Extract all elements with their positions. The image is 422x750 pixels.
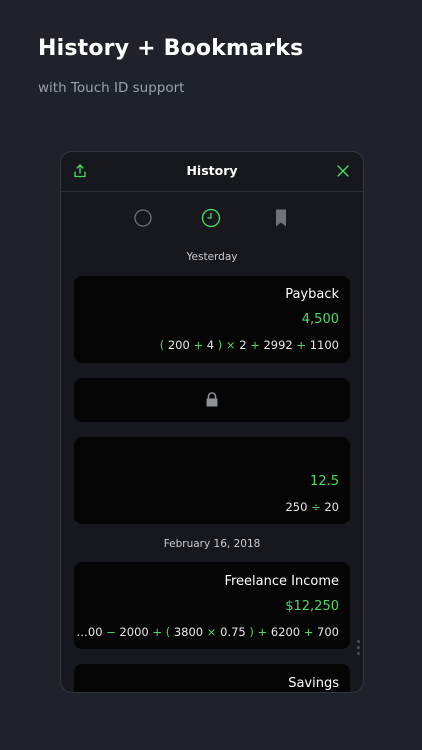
card-result: 4,500 (301, 312, 339, 327)
tab-all-circle-icon[interactable] (133, 208, 153, 228)
tab-bookmarks-bookmark-icon[interactable] (271, 208, 291, 228)
promo-headline: History + Bookmarks (38, 36, 304, 61)
expression-operator: ) (249, 625, 254, 639)
expression-operator: ( (159, 338, 165, 352)
expression-operator: + (257, 625, 268, 639)
expression-operand: 6200 (270, 625, 301, 639)
scroll-indicator[interactable] (357, 640, 360, 658)
lock-icon (206, 392, 218, 407)
history-card[interactable]: Savings (74, 664, 350, 692)
section-header-february-16: February 16, 2018 (163, 538, 261, 550)
history-card-locked[interactable] (74, 378, 350, 422)
section-header-yesterday: Yesterday (186, 251, 238, 263)
close-icon[interactable] (336, 164, 350, 178)
expression-operand: 2000 (119, 625, 149, 639)
tab-history-clock-icon[interactable] (201, 208, 221, 228)
expression-operand: 2992 (263, 338, 293, 352)
expression-operand: 1100 (309, 338, 339, 352)
expression-operand: 250 (285, 500, 308, 514)
expression-operand: 3800 (173, 625, 204, 639)
expression-operator: + (193, 338, 204, 352)
expression-operator: + (296, 338, 307, 352)
card-expression: ( 200 + 4 ) × 2 + 2992 + 1100 (160, 338, 339, 352)
history-card[interactable]: 12.5 250 ÷ 20 (74, 437, 350, 524)
card-name: Payback (285, 287, 339, 302)
expression-operator: − (106, 625, 116, 639)
expression-operator: × (225, 338, 236, 352)
card-name: Freelance Income (224, 574, 339, 589)
expression-operator: ( (165, 625, 171, 639)
expression-operator: ) (217, 338, 223, 352)
expression-operator: + (152, 625, 163, 639)
expression-operator: + (303, 625, 314, 639)
top-bar: History (61, 152, 363, 192)
expression-operand: 0.75 (220, 625, 246, 639)
card-expression: 250 ÷ 20 (285, 500, 339, 514)
history-card[interactable]: Freelance Income $12,250 …00 − 2000 + ( … (74, 562, 350, 649)
card-result: 12.5 (310, 474, 339, 489)
expression-operand: 4 (206, 338, 215, 352)
history-card[interactable]: Payback 4,500 ( 200 + 4 ) × 2 + 2992 + 1… (74, 276, 350, 363)
expression-operand: 200 (167, 338, 190, 352)
history-panel: History Yesterday Payback 4,500 ( 200 + … (60, 151, 364, 693)
card-expression: …00 − 2000 + ( 3800 × 0.75 ) + 6200 + 70… (76, 625, 339, 639)
promo-subline: with Touch ID support (38, 80, 185, 96)
expression-operand: 20 (324, 500, 339, 514)
card-name: Savings (288, 676, 339, 691)
expression-operator: ÷ (311, 500, 321, 514)
expression-operand: 700 (317, 625, 339, 639)
expression-operand: 2 (239, 338, 247, 352)
expression-operand: …00 (76, 625, 103, 639)
expression-operator: + (250, 338, 260, 352)
panel-title: History (186, 163, 238, 178)
card-result: $12,250 (285, 599, 339, 614)
expression-operator: × (206, 625, 217, 639)
